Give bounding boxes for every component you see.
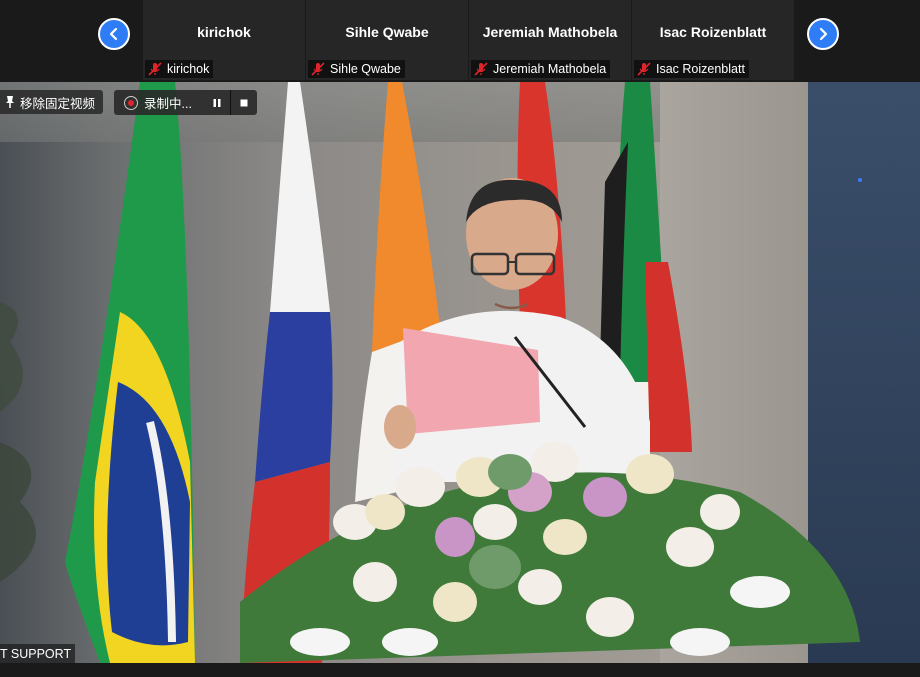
participant-label: Isac Roizenblatt	[634, 60, 749, 78]
participant-tile[interactable]: Isac Roizenblatt Isac Roizenblatt	[632, 0, 794, 80]
recording-indicator: 录制中...	[114, 90, 257, 115]
participant-tile[interactable]: kirichok kirichok	[143, 0, 305, 80]
mic-muted-icon	[311, 62, 325, 76]
participant-tile[interactable]: Jeremiah Mathobela Jeremiah Mathobela	[469, 0, 631, 80]
mic-muted-icon	[474, 62, 488, 76]
chevron-right-icon	[819, 27, 828, 41]
speaker-name-tag: T SUPPORT	[0, 644, 76, 663]
participant-label-text: kirichok	[167, 62, 210, 76]
chevron-left-icon	[109, 27, 118, 41]
stop-icon	[240, 99, 248, 106]
video-flag-brazil	[65, 82, 195, 663]
unpin-video-label: 移除固定视频	[20, 96, 96, 111]
participant-name: Jeremiah Mathobela	[482, 24, 618, 40]
unpin-video-button[interactable]: 移除固定视频	[0, 90, 104, 114]
stop-recording-button[interactable]	[231, 90, 257, 115]
pause-recording-button[interactable]	[204, 90, 230, 115]
pause-icon	[213, 98, 221, 107]
previous-page-button[interactable]	[98, 18, 130, 50]
participant-label: Sihle Qwabe	[308, 60, 405, 78]
video-scene	[0, 82, 860, 663]
participant-label-text: Isac Roizenblatt	[656, 62, 745, 76]
participant-name: Sihle Qwabe	[345, 24, 429, 40]
participant-strip: kirichok kirichok Sihle Qwabe Sihle Qwab…	[0, 0, 920, 82]
mic-muted-icon	[637, 62, 651, 76]
participant-name: kirichok	[197, 24, 251, 40]
participant-name: Isac Roizenblatt	[659, 24, 767, 40]
mic-muted-icon	[148, 62, 162, 76]
participant-label: Jeremiah Mathobela	[471, 60, 611, 78]
participant-label-text: Jeremiah Mathobela	[493, 62, 607, 76]
video-flower-arrangement	[240, 442, 860, 663]
recording-label: 录制中...	[144, 97, 192, 111]
participant-tile[interactable]: Sihle Qwabe Sihle Qwabe	[306, 0, 468, 80]
speaker-name-text: T SUPPORT	[0, 646, 72, 661]
bottom-bar	[0, 663, 920, 677]
participant-label: kirichok	[145, 60, 214, 78]
participant-label-text: Sihle Qwabe	[330, 62, 401, 76]
next-page-button[interactable]	[807, 18, 839, 50]
pin-icon	[6, 96, 14, 108]
recording-icon	[124, 95, 138, 110]
video-plant	[0, 302, 36, 582]
main-video[interactable]	[0, 82, 920, 663]
